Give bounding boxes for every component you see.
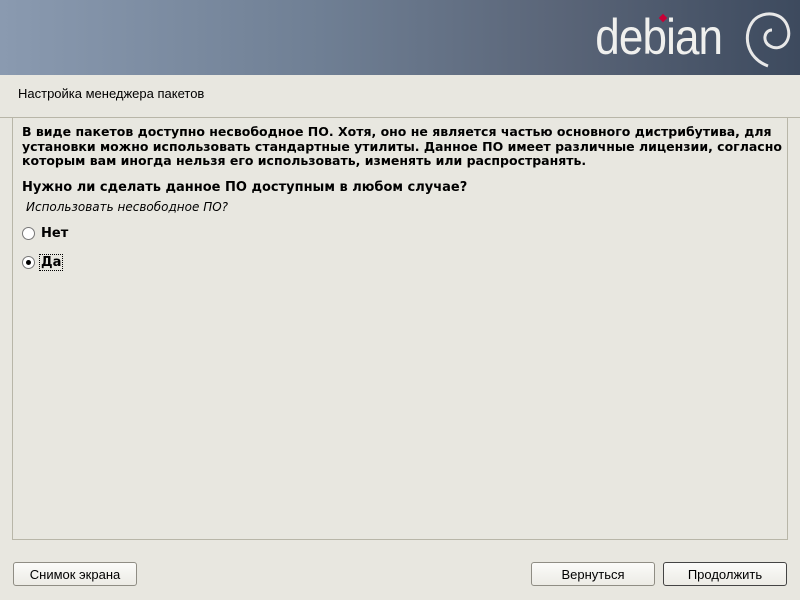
prompt-text: Использовать несвободное ПО? — [26, 200, 229, 214]
description-line: которым вам иногда нельзя его использова… — [22, 153, 587, 168]
debian-swirl-icon — [745, 12, 791, 68]
option-yes-label[interactable]: Да — [38, 254, 64, 271]
continue-button[interactable]: Продолжить — [663, 562, 787, 586]
description-line: В виде пакетов доступно несвободное ПО. … — [22, 124, 772, 139]
screenshot-button[interactable]: Снимок экрана — [13, 562, 137, 586]
radio-no[interactable] — [22, 227, 35, 240]
back-button[interactable]: Вернуться — [531, 562, 655, 586]
debian-banner: debian — [0, 0, 800, 75]
option-no-label[interactable]: Нет — [41, 226, 68, 241]
question-text: Нужно ли сделать данное ПО доступным в л… — [22, 180, 468, 195]
radio-yes[interactable] — [22, 256, 35, 269]
page-title: Настройка менеджера пакетов — [18, 86, 205, 101]
description-line: установки можно использовать стандартные… — [22, 139, 782, 154]
